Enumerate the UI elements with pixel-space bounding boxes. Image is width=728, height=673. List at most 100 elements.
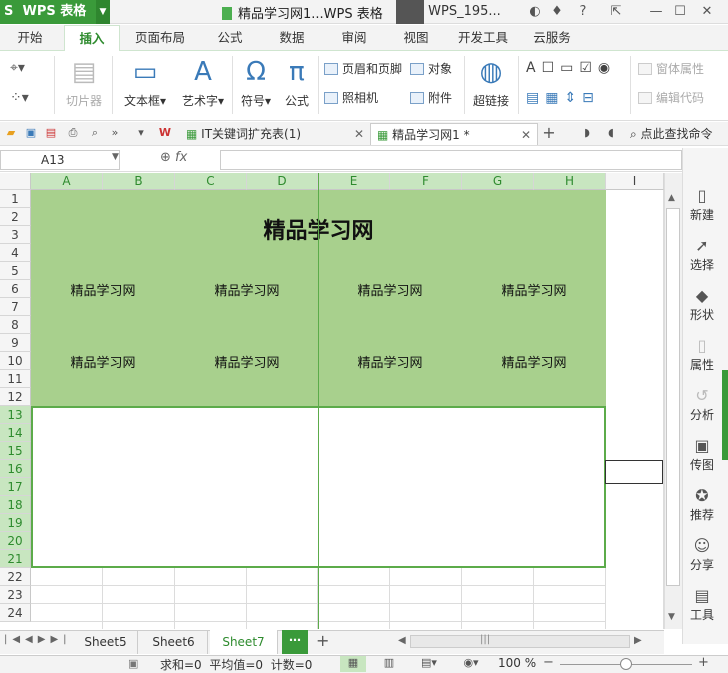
merged-cell-text[interactable]: 精品学习网 xyxy=(318,352,462,371)
side-panel-collapse-handle[interactable] xyxy=(722,370,728,460)
spreadsheet-grid[interactable]: ABCDEFGHI 1 2 3 4 5 6 7 8 9 10 11 12 13 14 15 16 17 18 19 2… xyxy=(0,173,664,629)
symbol-button[interactable]: Ω 符号▾ xyxy=(236,56,276,109)
account-area[interactable]: WPS_195... xyxy=(396,0,501,24)
add-sheet-icon[interactable]: + xyxy=(316,631,329,650)
column-header-g[interactable]: G xyxy=(462,173,534,190)
row-header-18[interactable]: 18 xyxy=(0,496,31,514)
row-header-24[interactable]: 24 xyxy=(0,604,31,622)
tab-formula[interactable]: 公式 xyxy=(208,25,252,51)
tab-review[interactable]: 审阅 xyxy=(332,25,376,51)
row-header-21[interactable]: 21 xyxy=(0,550,31,568)
tab-view[interactable]: 视图 xyxy=(394,25,438,51)
side-recommend-button[interactable]: ✪ 推荐 xyxy=(682,486,722,523)
side-properties-button[interactable]: ▯ 属性 xyxy=(682,336,722,373)
forward-icon[interactable]: ◖ xyxy=(604,126,618,140)
normal-view-icon[interactable]: ▦ xyxy=(340,656,366,672)
row-header-8[interactable]: 8 xyxy=(0,316,31,334)
column-header-c[interactable]: C xyxy=(175,173,247,190)
column-header-e[interactable]: E xyxy=(318,173,390,190)
merged-cell-text[interactable]: 精品学习网 xyxy=(462,280,606,299)
row-header-19[interactable]: 19 xyxy=(0,514,31,532)
row-header-12[interactable]: 12 xyxy=(0,388,31,406)
object-button[interactable]: 对象 xyxy=(410,61,452,77)
shirt-icon[interactable]: ♦ xyxy=(548,3,566,21)
row-header-22[interactable]: 22 xyxy=(0,568,31,586)
row-header-13[interactable]: 13 xyxy=(0,406,31,424)
sheet-tab-6[interactable]: Sheet6 xyxy=(140,630,208,654)
help-icon[interactable]: ? xyxy=(574,3,592,21)
side-select-button[interactable]: ➚ 选择 xyxy=(682,236,722,273)
row-header-1[interactable]: 1 xyxy=(0,190,31,208)
maximize-icon[interactable]: ☐ xyxy=(671,3,689,21)
name-box[interactable]: A13 xyxy=(0,150,120,170)
back-icon[interactable]: ◗ xyxy=(580,126,594,140)
sheet-tab-5[interactable]: Sheet5 xyxy=(74,630,138,654)
horizontal-scrollbar[interactable] xyxy=(410,635,630,648)
merged-cell-text[interactable]: 精品学习网 xyxy=(462,352,606,371)
tab-page-layout[interactable]: 页面布局 xyxy=(130,25,190,51)
side-new-button[interactable]: ▯ 新建 xyxy=(682,186,722,223)
row-header-10[interactable]: 10 xyxy=(0,352,31,370)
chart-icon[interactable]: ⌖▾ xyxy=(10,60,25,76)
camera-button[interactable]: 照相机 xyxy=(324,90,378,106)
select-all-corner[interactable] xyxy=(0,173,31,190)
more-icon[interactable]: » xyxy=(108,126,122,140)
column-header-d[interactable]: D xyxy=(247,173,318,190)
row-header-4[interactable]: 4 xyxy=(0,244,31,262)
tab-insert[interactable]: 插入 xyxy=(64,25,120,51)
chevron-down-icon[interactable]: ▼ xyxy=(96,0,110,24)
row-header-16[interactable]: 16 xyxy=(0,460,31,478)
row-header-9[interactable]: 9 xyxy=(0,334,31,352)
row-header-7[interactable]: 7 xyxy=(0,298,31,316)
merged-cell-text[interactable]: 精品学习网 xyxy=(175,280,319,299)
page-break-view-icon[interactable]: ▥ xyxy=(376,656,402,672)
sheet-nav-arrows[interactable]: |◀◀▶▶| xyxy=(4,634,72,645)
tab-home[interactable]: 开始 xyxy=(8,25,52,51)
close-icon[interactable]: ✕ xyxy=(521,124,531,146)
command-search[interactable]: ⌕ 点此查找命令 xyxy=(630,125,713,142)
minimize-icon[interactable]: — xyxy=(647,3,665,21)
row-header-15[interactable]: 15 xyxy=(0,442,31,460)
page-layout-view-icon[interactable]: ▤▾ xyxy=(416,656,442,672)
column-header-h[interactable]: H xyxy=(534,173,606,190)
vertical-scroll-thumb[interactable] xyxy=(666,208,680,586)
row-header-3[interactable]: 3 xyxy=(0,226,31,244)
hyperlink-button[interactable]: ◍ 超链接 xyxy=(468,56,514,109)
row-header-2[interactable]: 2 xyxy=(0,208,31,226)
eye-protect-icon[interactable]: ◉▾ xyxy=(458,656,484,672)
side-shape-button[interactable]: ◆ 形状 xyxy=(682,286,722,323)
side-upload-image-button[interactable]: ▣ 传图 xyxy=(682,436,722,473)
open-folder-icon[interactable]: ▰ xyxy=(4,126,18,140)
cell-outline[interactable] xyxy=(605,460,663,484)
row-header-11[interactable]: 11 xyxy=(0,370,31,388)
row-header-14[interactable]: 14 xyxy=(0,424,31,442)
formula-input[interactable] xyxy=(220,150,682,170)
scroll-right-icon[interactable]: ▶ xyxy=(634,635,642,646)
formula-button[interactable]: π 公式 xyxy=(280,56,314,109)
tab-data[interactable]: 数据 xyxy=(270,25,314,51)
tab-cloud[interactable]: 云服务 xyxy=(524,25,580,51)
column-header-a[interactable]: A xyxy=(31,173,103,190)
row-header-17[interactable]: 17 xyxy=(0,478,31,496)
close-icon[interactable]: ✕ xyxy=(698,3,716,21)
wps-home-icon[interactable]: W xyxy=(158,126,172,140)
merged-cell-text[interactable]: 精品学习网 xyxy=(318,280,462,299)
side-analysis-button[interactable]: ↺ 分析 xyxy=(682,386,722,423)
form-controls-row-2[interactable]: ▤▦⇕⊟ xyxy=(526,90,600,106)
sheet-tab-7[interactable]: Sheet7 xyxy=(210,630,278,654)
form-controls-row-1[interactable]: A☐▭☑◉ xyxy=(526,60,616,76)
close-icon[interactable]: ✕ xyxy=(354,123,364,145)
scroll-left-icon[interactable]: ◀ xyxy=(398,635,406,646)
column-header-i[interactable]: I xyxy=(606,173,664,190)
zoom-out-icon[interactable]: − xyxy=(543,655,554,670)
scroll-down-icon[interactable]: ▼ xyxy=(668,612,675,622)
more-sheets-button[interactable]: ⋯ xyxy=(282,630,308,654)
skin-icon[interactable]: ◐ xyxy=(526,3,544,21)
sparkline-icon[interactable]: ⁘▾ xyxy=(10,90,29,106)
zoom-in-icon[interactable]: + xyxy=(698,655,709,670)
column-header-f[interactable]: F xyxy=(390,173,462,190)
side-share-button[interactable]: ☺ 分享 xyxy=(682,536,722,573)
edit-code-button[interactable]: 编辑代码 xyxy=(638,90,704,106)
row-header-6[interactable]: 6 xyxy=(0,280,31,298)
print-preview-icon[interactable]: ⌕ xyxy=(88,126,102,140)
